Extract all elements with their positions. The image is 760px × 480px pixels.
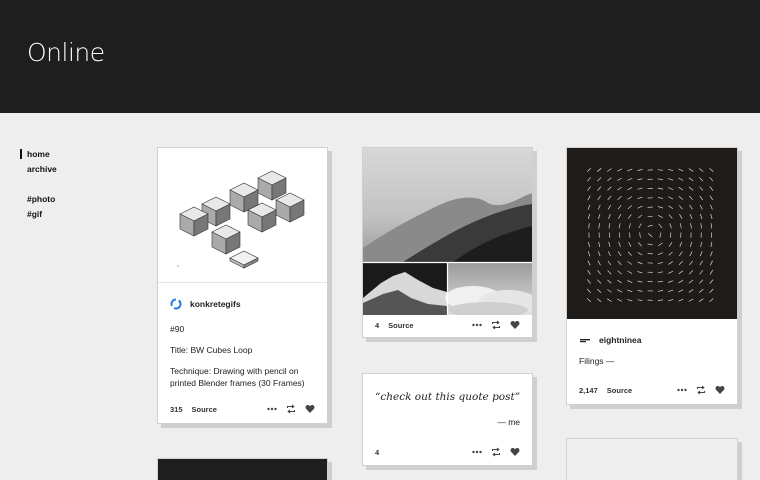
photo-mountains-fog[interactable] — [363, 148, 532, 262]
post-body: konkretegifs #90 Title: BW Cubes Loop Te… — [170, 298, 320, 389]
reblog-icon[interactable] — [491, 447, 501, 457]
source-link[interactable]: Source — [607, 386, 632, 395]
reblog-icon[interactable] — [286, 404, 296, 414]
post-card-photoset: 4 Source — [362, 147, 538, 338]
post-actions — [267, 404, 315, 414]
post-card-partial-light[interactable] — [566, 438, 738, 480]
source-link[interactable]: Source — [388, 321, 413, 330]
post-footer: 2,147 Source — [567, 376, 737, 404]
heart-icon[interactable] — [510, 447, 520, 457]
post-footer: 4 Source — [363, 313, 532, 337]
source-link[interactable]: Source — [192, 405, 217, 414]
more-icon[interactable] — [472, 320, 482, 330]
notes-count[interactable]: 2,147 — [579, 386, 598, 395]
post-actions — [677, 385, 725, 395]
post-author-row[interactable]: eightninea — [579, 334, 729, 346]
post-actions — [472, 320, 520, 330]
more-icon[interactable] — [267, 404, 277, 414]
author-name[interactable]: konkretegifs — [190, 299, 241, 309]
photoset — [363, 148, 538, 318]
nav-tag-gif-link[interactable]: #gif — [20, 208, 120, 223]
blog-title[interactable]: Online — [27, 38, 105, 67]
quote-text: “check out this quote post” — [375, 391, 521, 403]
reblog-icon[interactable] — [491, 320, 501, 330]
notes-count[interactable]: 4 — [375, 448, 379, 457]
post-card-filings: eightninea Filings — 2,147 Source — [566, 147, 738, 405]
author-avatar-icon[interactable] — [579, 334, 591, 346]
heart-icon[interactable] — [305, 404, 315, 414]
post-author-row[interactable]: konkretegifs — [170, 298, 320, 310]
blog-header: Online — [0, 0, 760, 113]
cubes-gif-image[interactable] — [158, 148, 327, 283]
author-avatar-icon[interactable] — [170, 298, 182, 310]
post-card-partial-dark[interactable] — [157, 458, 328, 480]
post-footer: 4 — [363, 439, 532, 465]
notes-count[interactable]: 315 — [170, 405, 183, 414]
post-text-line: #90 — [170, 324, 185, 334]
post-card-quote: “check out this quote post” — me 4 — [362, 373, 533, 466]
post-card-cubes: konkretegifs #90 Title: BW Cubes Loop Te… — [157, 147, 328, 424]
more-icon[interactable] — [472, 447, 482, 457]
more-icon[interactable] — [677, 385, 687, 395]
heart-icon[interactable] — [510, 320, 520, 330]
post-text-line: Filings — — [579, 356, 615, 366]
post-text-line: Title: BW Cubes Loop — [170, 345, 253, 355]
notes-count[interactable]: 4 — [375, 321, 379, 330]
photo-clouds[interactable] — [445, 263, 538, 318]
filings-gif-image[interactable] — [567, 148, 737, 319]
post-body: eightninea Filings — — [579, 334, 729, 367]
post-text-line: Technique: Drawing with pencil on printe… — [170, 366, 305, 388]
sidebar-nav: home archive #photo #gif — [20, 148, 120, 223]
nav-tag-photo-link[interactable]: #photo — [20, 193, 120, 208]
heart-icon[interactable] — [715, 385, 725, 395]
post-actions — [472, 447, 520, 457]
author-name[interactable]: eightninea — [599, 335, 642, 345]
quote-attribution: — me — [497, 417, 520, 427]
nav-home-link[interactable]: home — [20, 148, 120, 163]
post-footer: 315 Source — [158, 395, 327, 423]
photo-snow-peak[interactable] — [363, 263, 447, 315]
reblog-icon[interactable] — [696, 385, 706, 395]
nav-archive-link[interactable]: archive — [20, 163, 120, 178]
